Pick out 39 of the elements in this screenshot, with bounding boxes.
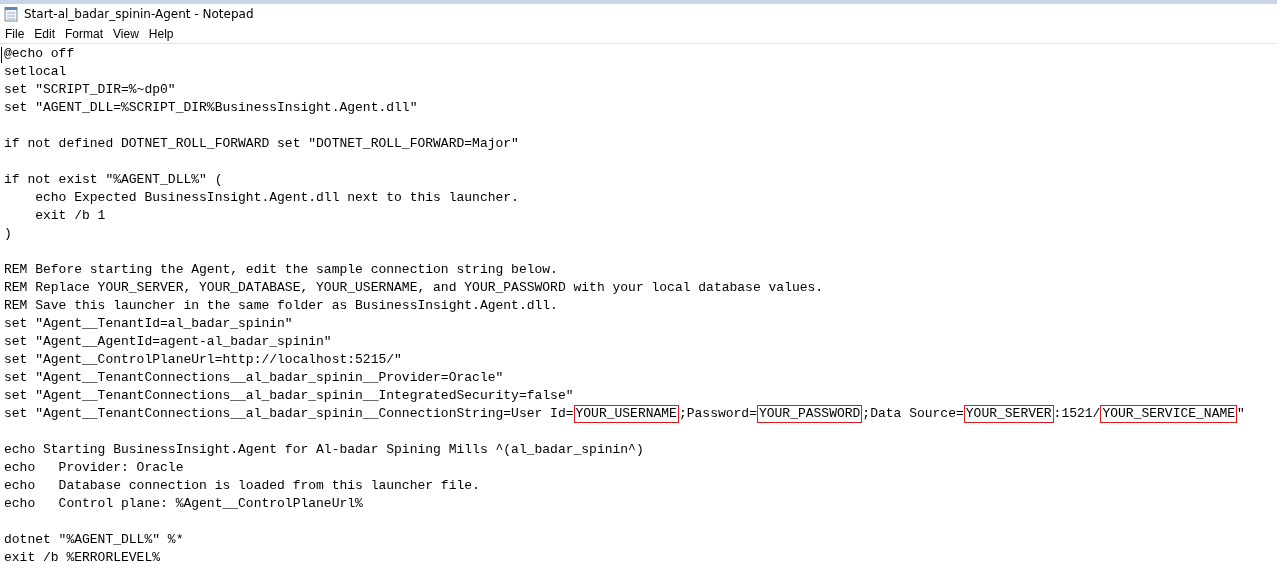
code-line: exit /b 1 — [34, 207, 106, 225]
code-line: if not defined DOTNET_ROLL_FORWARD set "DOTNET_ROLL_FORWARD=Major" — [4, 135, 519, 153]
code-text: " — [1237, 405, 1245, 423]
highlighted-text: YOUR_SERVICE_NAME — [1100, 405, 1238, 423]
code-line: REM Save this launcher in the same folder as BusinessInsight.Agent.dll. — [4, 297, 558, 315]
code-line: if not exist "%AGENT_DLL%" ( — [4, 171, 223, 189]
code-line: echo Expected BusinessInsight.Agent.dll next to this launcher. — [34, 189, 519, 207]
code-text: ;Data Source= — [862, 405, 964, 423]
text-cursor — [1, 47, 2, 63]
menu-item[interactable]: File — [2, 26, 29, 41]
code-line: exit /b %ERRORLEVEL% — [4, 549, 161, 567]
code-text: set "Agent__TenantConnections__al_badar_spinin__ConnectionString=User Id= — [4, 405, 574, 423]
menu-item[interactable]: Help — [145, 26, 178, 41]
code-line: @echo off — [4, 45, 75, 63]
code-line: set "Agent__AgentId=agent-al_badar_spinin" — [4, 333, 332, 351]
code-line: ) — [4, 225, 12, 243]
code-line: setlocal — [4, 63, 67, 81]
code-line: set "Agent__TenantConnections__al_badar_spinin__Provider=Oracle" — [4, 369, 504, 387]
window-title: Start-al_badar_spinin-Agent - Notepad — [24, 7, 254, 21]
code-text: :1521/ — [1053, 405, 1101, 423]
menu-item[interactable]: View — [110, 26, 143, 41]
code-text: ;Password= — [678, 405, 757, 423]
code-line: dotnet "%AGENT_DLL%" %* — [4, 531, 184, 549]
code-line: REM Replace YOUR_SERVER, YOUR_DATABASE, YOUR_USERNAME, and YOUR_PASSWORD with your local database values. — [4, 279, 824, 297]
highlighted-text: YOUR_SERVER — [963, 405, 1054, 423]
code-line: set "Agent__ControlPlaneUrl=http://localhost:5215/" — [4, 351, 402, 369]
code-line: set "Agent__TenantId=al_badar_spinin" — [4, 315, 293, 333]
highlighted-text: YOUR_USERNAME — [573, 405, 679, 423]
code-line: echo Control plane: %Agent__ControlPlaneUrl% — [4, 495, 363, 513]
code-line: set "SCRIPT_DIR=%~dp0" — [4, 81, 176, 99]
code-line: set "AGENT_DLL=%SCRIPT_DIR%BusinessInsight.Agent.dll" — [4, 99, 418, 117]
code-line: echo Starting BusinessInsight.Agent for Al-badar Spining Mills ^(al_badar_spinin^) — [4, 441, 644, 459]
menu-item[interactable]: Format — [62, 26, 108, 41]
menu-item[interactable]: Edit — [31, 26, 60, 41]
code-line: REM Before starting the Agent, edit the sample connection string below. — [4, 261, 558, 279]
highlighted-text: YOUR_PASSWORD — [756, 405, 863, 423]
code-line: set "Agent__TenantConnections__al_badar_spinin__IntegratedSecurity=false" — [4, 387, 574, 405]
code-line: echo Provider: Oracle — [4, 459, 184, 477]
code-line: echo Database connection is loaded from this launcher file. — [4, 477, 480, 495]
